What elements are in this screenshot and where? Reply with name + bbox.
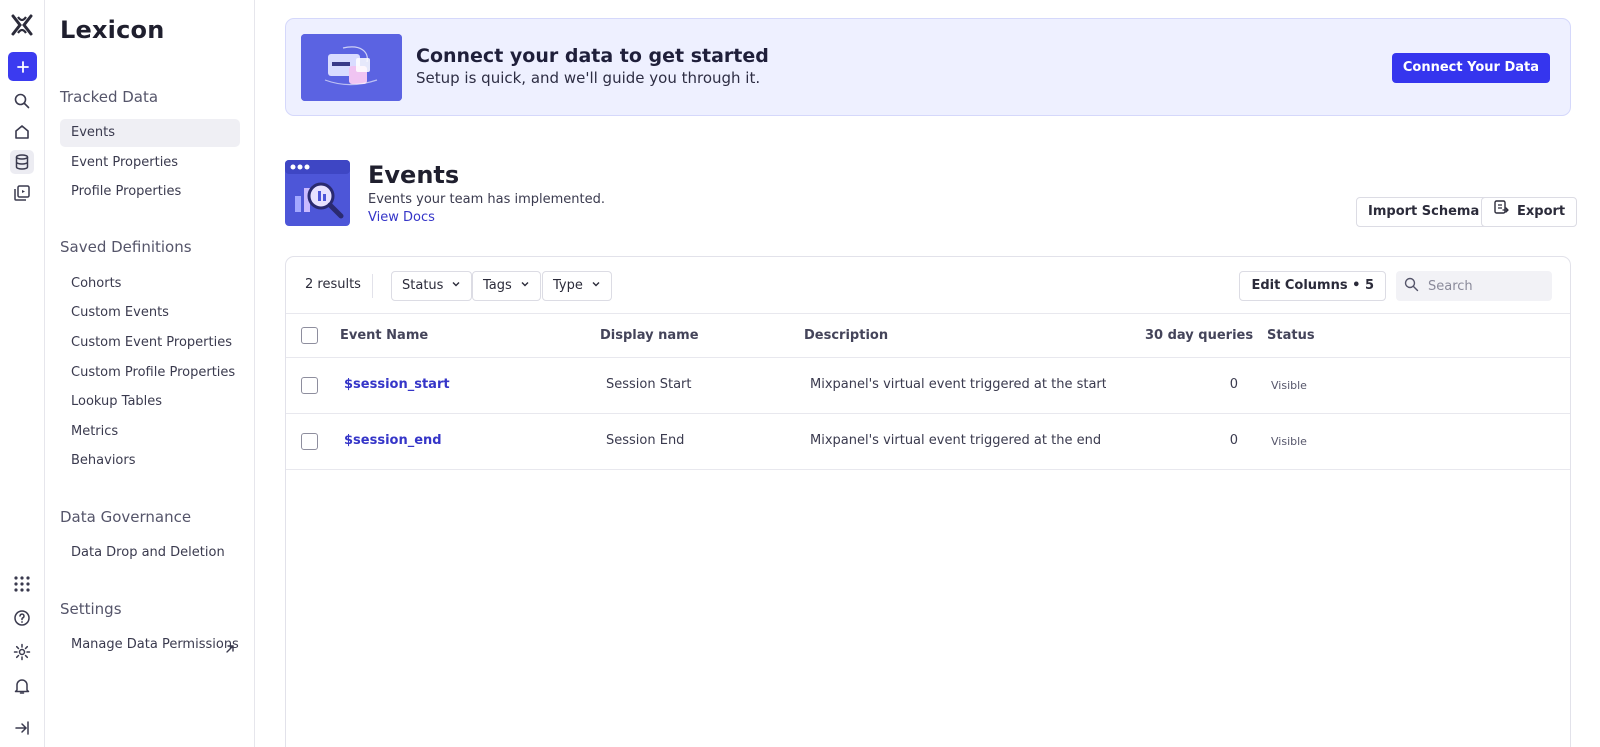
- view-docs-link[interactable]: View Docs: [368, 210, 435, 225]
- sidebar-item-cohorts[interactable]: Cohorts: [60, 270, 240, 298]
- results-count: 2 results: [305, 277, 361, 292]
- header-description[interactable]: Description: [804, 328, 888, 343]
- banner-title: Connect your data to get started: [416, 45, 769, 67]
- create-button[interactable]: [8, 52, 37, 81]
- type-filter-label: Type: [553, 278, 583, 293]
- mixpanel-logo-icon[interactable]: [11, 14, 33, 36]
- table-row[interactable]: $session_end Session End Mixpanel's virt…: [286, 414, 1570, 470]
- chevron-down-icon: [451, 272, 461, 300]
- section-saved-definitions: Saved Definitions: [60, 238, 192, 256]
- search-icon: [1404, 277, 1419, 296]
- display-name-cell: Session End: [606, 433, 685, 448]
- export-button[interactable]: Export: [1481, 197, 1578, 227]
- type-filter[interactable]: Type: [542, 271, 612, 301]
- search-input[interactable]: [1428, 278, 1538, 294]
- plus-icon: [16, 60, 30, 74]
- sidebar-item-event-properties[interactable]: Event Properties: [60, 149, 240, 177]
- queries-cell: 0: [1229, 433, 1238, 448]
- export-icon: [1493, 198, 1509, 226]
- export-label: Export: [1517, 204, 1566, 219]
- sidebar-item-metrics[interactable]: Metrics: [60, 418, 240, 446]
- banner-subtitle: Setup is quick, and we'll guide you thro…: [416, 69, 761, 87]
- lexicon-sidebar: Lexicon Tracked Data Events Event Proper…: [45, 0, 255, 747]
- external-link-icon: [224, 638, 236, 666]
- sidebar-item-manage-permissions[interactable]: Manage Data Permissions: [60, 631, 240, 659]
- table-toolbar: 2 results Status Tags Type Edit Columns …: [286, 257, 1570, 314]
- status-cell: Visible: [1271, 379, 1307, 392]
- edit-columns-button[interactable]: Edit Columns • 5: [1239, 271, 1386, 301]
- sidebar-item-lookup-tables[interactable]: Lookup Tables: [60, 388, 240, 416]
- section-settings: Settings: [60, 600, 122, 618]
- event-name-link[interactable]: $session_end: [344, 433, 442, 448]
- header-30-day-queries[interactable]: 30 day queries: [1145, 328, 1253, 343]
- sidebar-item-behaviors[interactable]: Behaviors: [60, 447, 240, 475]
- table-row[interactable]: $session_start Session Start Mixpanel's …: [286, 358, 1570, 414]
- sidebar-item-custom-profile-properties[interactable]: Custom Profile Properties: [60, 359, 240, 387]
- banner-illustration: [301, 34, 402, 101]
- queries-cell: 0: [1229, 377, 1238, 392]
- event-name-link[interactable]: $session_start: [344, 377, 450, 392]
- header-display-name[interactable]: Display name: [600, 328, 699, 343]
- chevron-down-icon: [520, 272, 530, 300]
- events-table-card: 2 results Status Tags Type Edit Columns …: [285, 256, 1571, 747]
- home-icon[interactable]: [10, 120, 34, 144]
- collapse-icon[interactable]: [10, 716, 34, 740]
- search-icon[interactable]: [10, 89, 34, 113]
- display-name-cell: Session Start: [606, 377, 692, 392]
- table-header: Event Name Display name Description 30 d…: [286, 314, 1570, 358]
- section-tracked-data: Tracked Data: [60, 88, 159, 106]
- status-cell: Visible: [1271, 435, 1307, 448]
- sidebar-item-custom-events[interactable]: Custom Events: [60, 299, 240, 327]
- connect-your-data-button[interactable]: Connect Your Data: [1391, 53, 1550, 83]
- section-data-governance: Data Governance: [60, 508, 192, 526]
- page-subtitle: Events your team has implemented.: [368, 192, 605, 207]
- description-cell: Mixpanel's virtual event triggered at th…: [810, 377, 1106, 392]
- description-cell: Mixpanel's virtual event triggered at th…: [810, 433, 1106, 448]
- sidebar-item-custom-event-properties[interactable]: Custom Event Properties: [60, 329, 240, 357]
- header-event-name[interactable]: Event Name: [340, 328, 428, 343]
- page-title: Events: [368, 161, 460, 189]
- status-filter-label: Status: [402, 278, 444, 293]
- connect-data-banner: Connect your data to get started Setup i…: [285, 18, 1571, 116]
- apps-grid-icon[interactable]: [10, 572, 34, 596]
- app-title: Lexicon: [60, 16, 165, 44]
- boards-icon[interactable]: [10, 181, 34, 205]
- header-status[interactable]: Status: [1267, 328, 1315, 343]
- icon-rail: [0, 0, 45, 747]
- events-illustration-icon: [285, 160, 350, 226]
- tags-filter-label: Tags: [483, 278, 512, 293]
- search-box: [1396, 271, 1552, 301]
- sidebar-item-profile-properties[interactable]: Profile Properties: [60, 178, 240, 206]
- database-icon[interactable]: [10, 150, 34, 174]
- status-filter[interactable]: Status: [391, 271, 473, 301]
- import-schema-button[interactable]: Import Schema: [1356, 197, 1492, 227]
- row-checkbox[interactable]: [301, 377, 318, 394]
- bell-icon[interactable]: [10, 674, 34, 698]
- chevron-down-icon: [591, 272, 601, 300]
- sidebar-item-label: Manage Data Permissions: [71, 637, 239, 652]
- import-schema-label: Import Schema: [1368, 204, 1480, 219]
- sidebar-item-events[interactable]: Events: [60, 119, 240, 147]
- help-icon[interactable]: [10, 606, 34, 630]
- tags-filter[interactable]: Tags: [472, 271, 541, 301]
- toolbar-divider: [372, 274, 373, 298]
- row-checkbox[interactable]: [301, 433, 318, 450]
- settings-icon[interactable]: [10, 640, 34, 664]
- sidebar-item-data-drop[interactable]: Data Drop and Deletion: [60, 539, 240, 567]
- select-all-checkbox[interactable]: [301, 327, 318, 344]
